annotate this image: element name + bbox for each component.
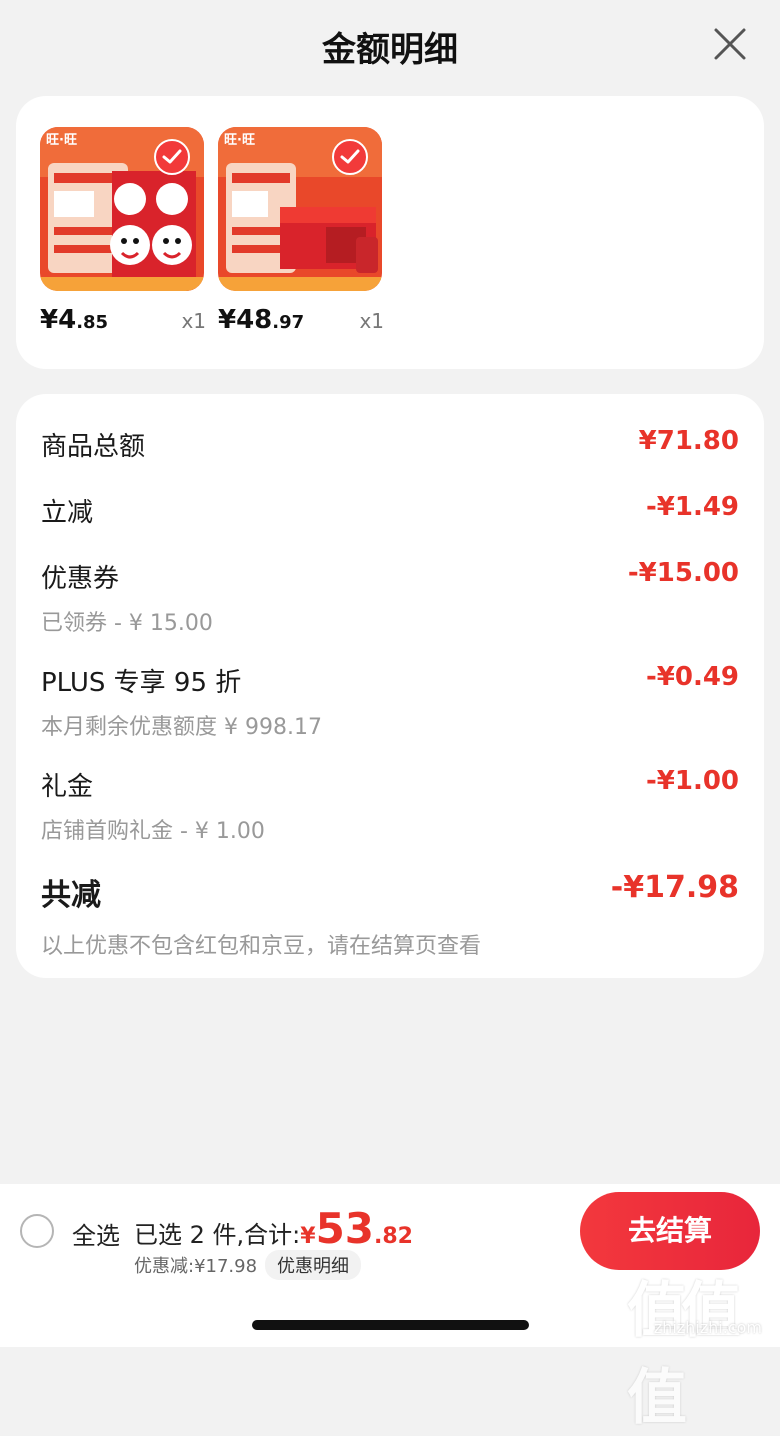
- row-label: 礼金: [41, 772, 94, 802]
- row-plus-discount: PLUS 专享 95 折 -¥0.49 本月剩余优惠额度 ¥ 998.17: [41, 662, 739, 741]
- row-value: -¥15.00: [627, 558, 739, 588]
- product-quantity: x1: [181, 309, 206, 333]
- total-currency: ¥: [300, 1224, 316, 1249]
- row-label: 立减: [41, 498, 94, 528]
- discount-detail-chip[interactable]: 优惠明细: [265, 1250, 362, 1280]
- row-gift-money: 礼金 -¥1.00 店铺首购礼金 - ¥ 1.00: [41, 766, 739, 845]
- row-subtext: 已领券 - ¥ 15.00: [41, 611, 213, 636]
- row-value: ¥71.80: [638, 426, 739, 456]
- home-indicator: [252, 1320, 529, 1330]
- row-value: -¥1.49: [645, 492, 739, 522]
- watermark-url: zhizhizhi.com: [653, 1318, 762, 1337]
- row-subtext: 店铺首购礼金 - ¥ 1.00: [41, 819, 265, 844]
- brand-label: 旺·旺: [224, 133, 255, 148]
- row-subtext: 本月剩余优惠额度 ¥ 998.17: [41, 715, 322, 740]
- products-card: 旺·旺 ¥4.85 x1 旺·旺 ¥48.97 x1: [16, 96, 764, 369]
- watermark: 值值值 zhizhizhi.com: [627, 1262, 772, 1433]
- row-instant-discount: 立减 -¥1.49: [41, 492, 739, 529]
- product-price: ¥48.97: [218, 305, 305, 335]
- watermark-mark: 值值值: [627, 1276, 741, 1433]
- row-label: 商品总额: [41, 432, 146, 462]
- product-quantity: x1: [359, 309, 384, 333]
- total-note: 以上优惠不包含红包和京豆，请在结算页查看: [41, 934, 482, 959]
- row-label: PLUS 专享 95 折: [41, 668, 242, 698]
- product-item[interactable]: 旺·旺 ¥4.85 x1: [40, 127, 206, 335]
- discount-text: 优惠减:¥17.98: [134, 1256, 258, 1277]
- total-decimal: .82: [374, 1224, 413, 1249]
- row-coupon: 优惠券 -¥15.00 已领券 - ¥ 15.00: [41, 558, 739, 637]
- page-title: 金额明细: [322, 30, 458, 70]
- modal-header: 金额明细: [0, 0, 780, 92]
- amount-detail-card: 商品总额 ¥71.80 立减 -¥1.49 优惠券 -¥15.00 已领券 - …: [16, 394, 764, 978]
- total-summary: 已选 2 件,合计:¥53.82: [134, 1204, 413, 1253]
- check-icon[interactable]: [154, 139, 190, 175]
- checkout-button[interactable]: 去结算: [580, 1192, 760, 1270]
- brand-label: 旺·旺: [46, 133, 77, 148]
- selected-count-text: 已选 2 件,合计:: [134, 1221, 301, 1249]
- product-image[interactable]: 旺·旺: [218, 127, 382, 291]
- select-all-label[interactable]: 全选: [72, 1216, 120, 1251]
- total-integer: 53: [315, 1204, 375, 1253]
- row-value: -¥17.98: [610, 870, 739, 905]
- product-price: ¥4.85: [40, 305, 109, 335]
- product-image[interactable]: 旺·旺: [40, 127, 204, 291]
- row-goods-total: 商品总额 ¥71.80: [41, 426, 739, 463]
- product-item[interactable]: 旺·旺 ¥48.97 x1: [218, 127, 384, 335]
- close-icon[interactable]: [710, 24, 750, 64]
- row-value: -¥1.00: [645, 766, 739, 796]
- discount-summary: 优惠减:¥17.98 优惠明细: [134, 1250, 362, 1280]
- row-value: -¥0.49: [645, 662, 739, 692]
- select-all-radio[interactable]: [20, 1214, 54, 1248]
- check-icon[interactable]: [332, 139, 368, 175]
- row-total-discount: 共减 -¥17.98 以上优惠不包含红包和京豆，请在结算页查看: [41, 870, 739, 960]
